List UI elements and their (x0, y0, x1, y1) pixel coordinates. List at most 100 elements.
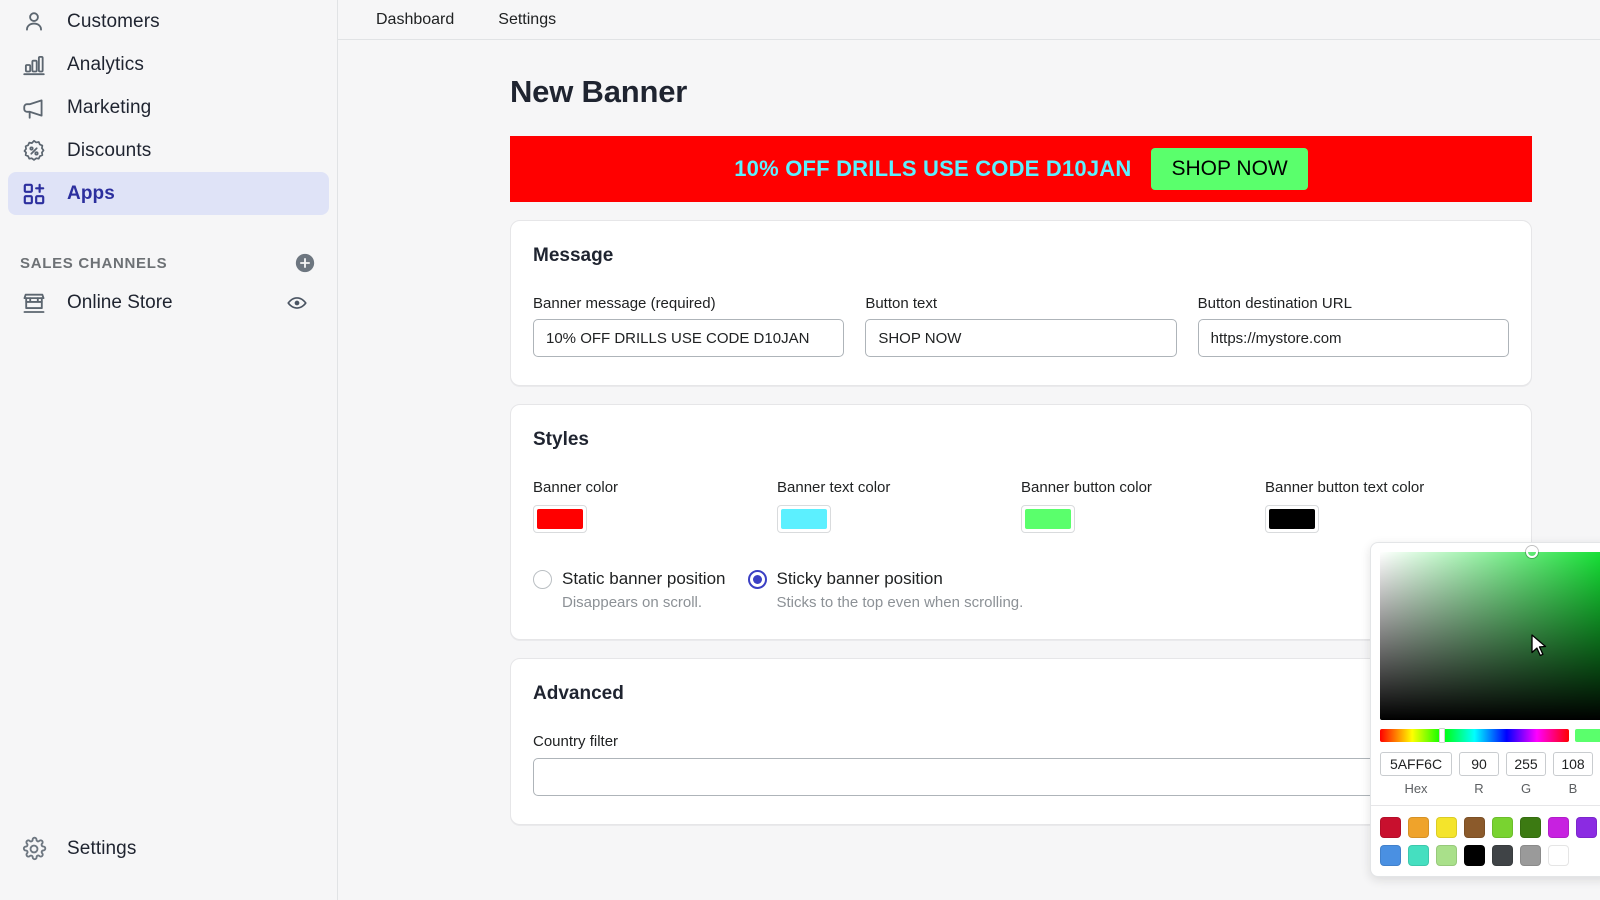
banner-text-color-swatch-button[interactable] (777, 505, 831, 533)
static-position-label: Static banner position (562, 569, 726, 589)
country-filter-wrapper (533, 758, 1509, 796)
palette-swatch[interactable] (1380, 845, 1401, 866)
palette-swatch[interactable] (1492, 845, 1513, 866)
sales-channels-title: SALES CHANNELS (20, 255, 167, 272)
sidebar-item-label: Discounts (67, 140, 151, 162)
sidebar-item-apps[interactable]: Apps (8, 172, 329, 215)
banner-preview-message: 10% OFF DRILLS USE CODE D10JAN (734, 156, 1131, 182)
bar-chart-icon (20, 51, 47, 78)
palette-swatch[interactable] (1380, 817, 1401, 838)
sidebar-item-settings[interactable]: Settings (8, 827, 329, 870)
main-content: Dashboard Settings New Banner 10% OFF DR… (338, 0, 1600, 900)
gear-icon (20, 835, 47, 862)
blue-label: B (1553, 781, 1593, 796)
sidebar-item-discounts[interactable]: Discounts (8, 129, 329, 172)
banner-message-label: Banner message (required) (533, 295, 844, 312)
sidebar-item-marketing[interactable]: Marketing (8, 86, 329, 129)
hex-label: Hex (1380, 781, 1452, 796)
sidebar-item-label: Marketing (67, 97, 151, 119)
country-filter-label: Country filter (533, 733, 1509, 750)
palette-swatch[interactable] (1464, 817, 1485, 838)
red-label: R (1459, 781, 1499, 796)
sidebar-item-label: Apps (67, 183, 115, 205)
banner-text-color-swatch-fill (781, 509, 827, 529)
megaphone-icon (20, 94, 47, 121)
color-picker-body: Hex R G B (1371, 543, 1600, 805)
message-card: Message Banner message (required) Button… (510, 220, 1532, 386)
banner-message-input[interactable] (533, 319, 844, 357)
button-text-input[interactable] (865, 319, 1176, 357)
blue-input[interactable] (1553, 752, 1593, 776)
hue-row (1380, 729, 1600, 742)
plus-circle-icon[interactable] (293, 251, 317, 275)
sidebar: Customers Analytics Marketing (0, 0, 338, 900)
sidebar-item-label: Analytics (67, 54, 144, 76)
palette-swatch[interactable] (1576, 817, 1597, 838)
hue-slider-handle[interactable] (1439, 728, 1445, 743)
button-destination-url-input[interactable] (1198, 319, 1509, 357)
sticky-position-label: Sticky banner position (777, 569, 943, 589)
sticky-position-option[interactable]: Sticky banner position Sticks to the top… (748, 569, 1024, 611)
red-input[interactable] (1459, 752, 1499, 776)
banner-position-radio-group: Static banner position Disappears on scr… (533, 569, 1509, 611)
palette-swatch[interactable] (1408, 845, 1429, 866)
green-input[interactable] (1506, 752, 1546, 776)
styles-card-title: Styles (533, 429, 1509, 451)
palette-row-1 (1380, 817, 1600, 838)
sidebar-item-analytics[interactable]: Analytics (8, 43, 329, 86)
top-tab-bar: Dashboard Settings (338, 0, 1600, 40)
saturation-brightness-area[interactable] (1380, 552, 1600, 720)
banner-button-color-swatch-button[interactable] (1021, 505, 1075, 533)
storefront-icon (20, 290, 47, 317)
hex-input[interactable] (1380, 752, 1452, 776)
app-root: Customers Analytics Marketing (0, 0, 1600, 900)
banner-color-swatch-button[interactable] (533, 505, 587, 533)
palette-swatch[interactable] (1548, 845, 1569, 866)
banner-preview-shop-now-button[interactable]: SHOP NOW (1151, 148, 1307, 190)
banner-button-text-color-label: Banner button text color (1265, 479, 1509, 496)
tab-settings[interactable]: Settings (484, 7, 570, 33)
palette-swatch[interactable] (1548, 817, 1569, 838)
country-filter-select[interactable] (533, 758, 1509, 796)
hue-slider[interactable] (1380, 729, 1569, 742)
sidebar-footer: Settings (0, 827, 337, 870)
palette-row-2 (1380, 845, 1600, 866)
button-text-label: Button text (865, 295, 1176, 312)
palette-swatch[interactable] (1520, 817, 1541, 838)
palette-swatch[interactable] (1408, 817, 1429, 838)
page-title: New Banner (510, 74, 1600, 110)
banner-button-text-color-swatch-button[interactable] (1265, 505, 1319, 533)
static-position-radio[interactable] (533, 570, 552, 589)
palette-swatch[interactable] (1492, 817, 1513, 838)
color-picker-popover[interactable]: Hex R G B (1370, 542, 1600, 877)
banner-button-text-color-field: Banner button text color (1265, 479, 1509, 533)
eye-icon[interactable] (285, 291, 309, 315)
sticky-position-radio[interactable] (748, 570, 767, 589)
color-value-inputs (1380, 752, 1600, 776)
palette-swatch[interactable] (1436, 845, 1457, 866)
button-text-field: Button text (865, 295, 1176, 357)
tab-dashboard[interactable]: Dashboard (362, 7, 468, 33)
sidebar-item-label: Settings (67, 838, 136, 860)
sidebar-nav-list: Customers Analytics Marketing (0, 0, 337, 215)
palette-swatch[interactable] (1436, 817, 1457, 838)
banner-color-field: Banner color (533, 479, 777, 533)
saturation-handle[interactable] (1526, 546, 1538, 558)
sticky-position-radio-line[interactable]: Sticky banner position (748, 569, 1024, 589)
palette-swatch[interactable] (1464, 845, 1485, 866)
banner-message-field: Banner message (required) (533, 295, 844, 357)
color-fields-row: Banner color Banner text color (533, 479, 1509, 533)
sticky-position-help: Sticks to the top even when scrolling. (777, 594, 1024, 611)
apps-grid-plus-icon (20, 180, 47, 207)
static-position-option[interactable]: Static banner position Disappears on scr… (533, 569, 726, 611)
sidebar-item-customers[interactable]: Customers (8, 0, 329, 43)
banner-preview: 10% OFF DRILLS USE CODE D10JAN SHOP NOW (510, 136, 1532, 202)
static-position-radio-line[interactable]: Static banner position (533, 569, 726, 589)
banner-text-color-label: Banner text color (777, 479, 1021, 496)
color-palette (1371, 805, 1600, 876)
sidebar-item-label: Online Store (67, 292, 265, 314)
palette-swatch[interactable] (1520, 845, 1541, 866)
sales-channels-header: SALES CHANNELS (0, 245, 337, 281)
sidebar-item-online-store[interactable]: Online Store (8, 281, 329, 325)
banner-button-color-swatch-fill (1025, 509, 1071, 529)
